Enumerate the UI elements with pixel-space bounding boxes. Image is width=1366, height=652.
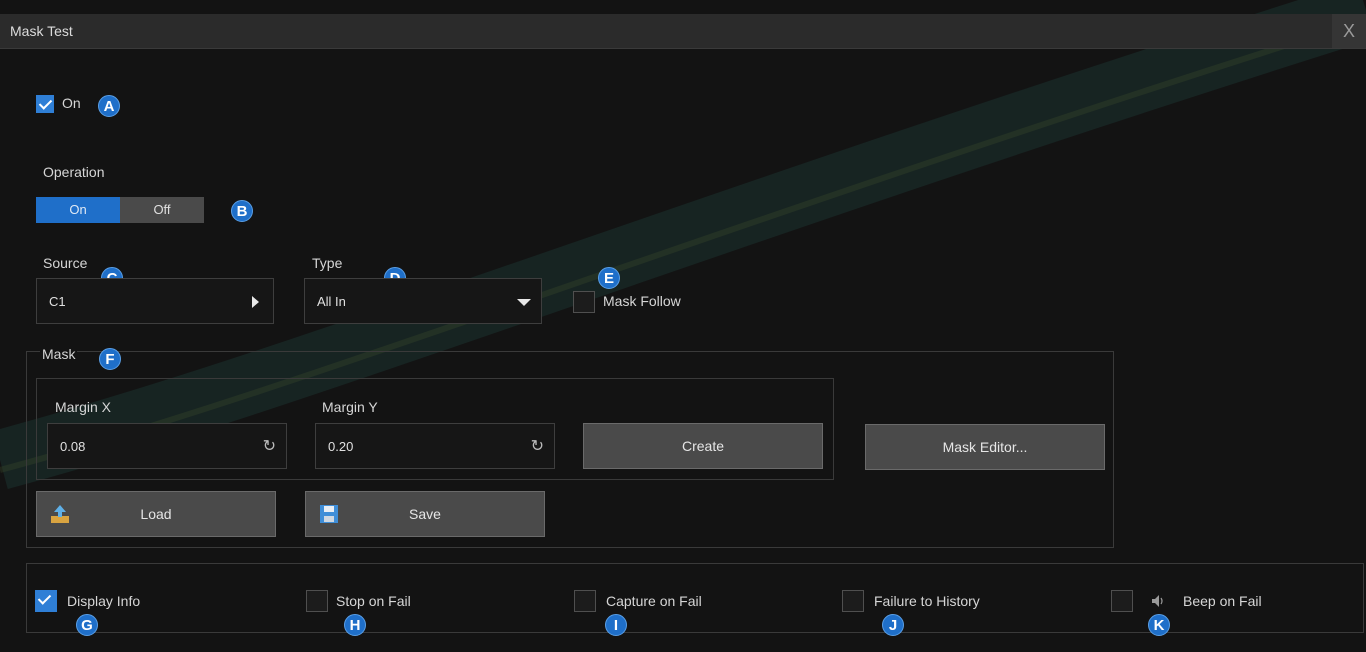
enable-checkbox[interactable] — [36, 95, 54, 113]
margin-x-label: Margin X — [55, 399, 112, 415]
speaker-icon — [1152, 595, 1163, 607]
badge-g: G — [76, 614, 98, 636]
type-select[interactable]: All In — [304, 278, 542, 324]
badge-b: B — [231, 200, 253, 222]
mask-group-label: Mask — [40, 346, 78, 362]
display-info-label: Display Info — [67, 593, 141, 609]
type-value: All In — [317, 294, 346, 309]
mask-follow-label: Mask Follow — [603, 293, 681, 309]
create-button[interactable]: Create — [583, 423, 823, 469]
create-label: Create — [681, 438, 725, 454]
badge-h: H — [344, 614, 366, 636]
operation-on-option[interactable]: On — [36, 197, 120, 223]
source-value: C1 — [49, 294, 66, 309]
margin-y-label: Margin Y — [322, 399, 378, 415]
margin-y-value: 0.20 — [328, 439, 354, 454]
badge-a: A — [98, 95, 120, 117]
margin-x-input[interactable]: 0.08 ↻ — [47, 423, 287, 469]
operation-toggle[interactable]: On Off — [36, 197, 204, 223]
stop-on-fail-checkbox[interactable] — [306, 590, 328, 612]
operation-off-option[interactable]: Off — [120, 197, 204, 223]
mask-test-window: Mask Test X On A Operation On Off B Sour… — [0, 0, 1366, 652]
margin-y-input[interactable]: 0.20 ↻ — [315, 423, 555, 469]
mask-follow-checkbox[interactable] — [573, 291, 595, 313]
type-label: Type — [312, 255, 343, 271]
load-label: Load — [140, 506, 172, 522]
failure-to-history-checkbox[interactable] — [842, 590, 864, 612]
chevron-down-icon — [517, 299, 531, 306]
stop-on-fail-label: Stop on Fail — [336, 593, 411, 609]
failure-to-history-label: Failure to History — [874, 593, 980, 609]
mask-editor-button[interactable]: Mask Editor... — [865, 424, 1105, 470]
waveform-background — [0, 0, 1366, 489]
display-info-checkbox[interactable] — [35, 590, 57, 612]
badge-j: J — [882, 614, 904, 636]
badge-i: I — [605, 614, 627, 636]
window-title: Mask Test — [10, 23, 73, 39]
enable-label: On — [62, 95, 81, 111]
save-button[interactable]: Save — [305, 491, 545, 537]
close-button[interactable]: X — [1332, 14, 1366, 48]
chevron-right-icon — [252, 296, 259, 308]
capture-on-fail-label: Capture on Fail — [606, 593, 702, 609]
mask-editor-label: Mask Editor... — [942, 439, 1028, 455]
load-button[interactable]: Load — [36, 491, 276, 537]
source-label: Source — [43, 255, 88, 271]
badge-f: F — [99, 348, 121, 370]
source-select[interactable]: C1 — [36, 278, 274, 324]
operation-label: Operation — [43, 164, 105, 180]
beep-on-fail-checkbox[interactable] — [1111, 590, 1133, 612]
save-label: Save — [409, 506, 441, 522]
capture-on-fail-checkbox[interactable] — [574, 590, 596, 612]
beep-on-fail-label: Beep on Fail — [1183, 593, 1262, 609]
badge-e: E — [598, 267, 620, 289]
badge-k: K — [1148, 614, 1170, 636]
refresh-icon[interactable]: ↻ — [531, 436, 544, 456]
title-bar: Mask Test X — [0, 14, 1366, 49]
refresh-icon[interactable]: ↻ — [263, 436, 276, 456]
margin-x-value: 0.08 — [60, 439, 86, 454]
